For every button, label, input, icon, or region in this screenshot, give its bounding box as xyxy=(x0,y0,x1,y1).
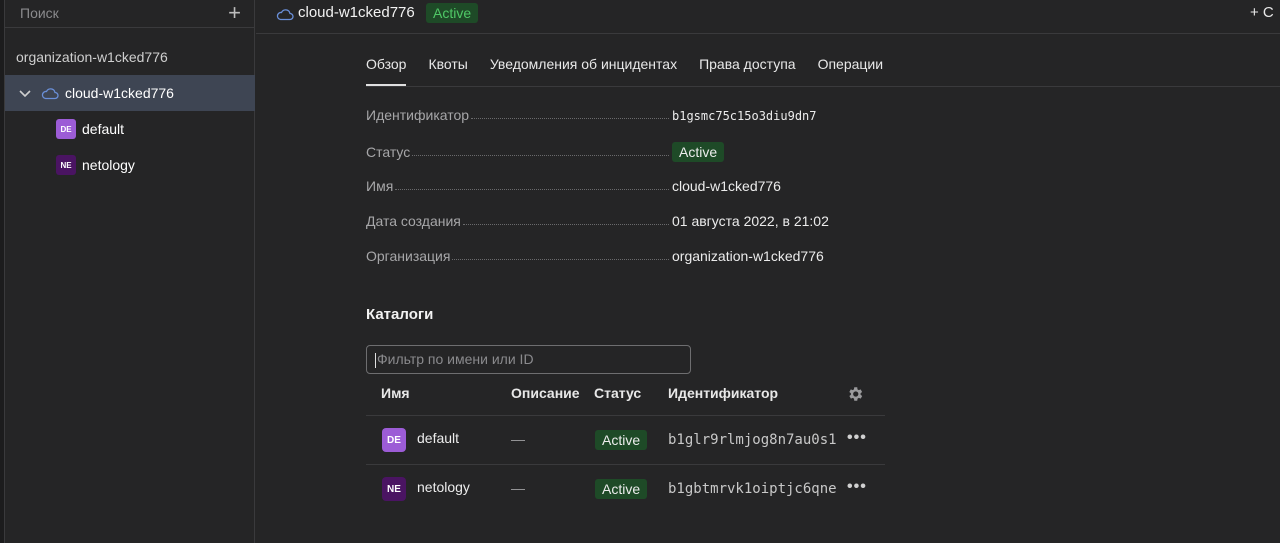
detail-key: Дата создания xyxy=(366,213,461,229)
dotted-leader xyxy=(395,189,669,190)
detail-key: Организация xyxy=(366,248,451,264)
tab-access-rights[interactable]: Права доступа xyxy=(699,50,795,86)
detail-row-id: Идентификатор xyxy=(366,107,676,127)
dotted-leader xyxy=(412,155,669,156)
column-header-name[interactable]: Имя xyxy=(381,385,410,401)
tab-quotas[interactable]: Квоты xyxy=(428,50,467,86)
sidebar-item-cloud[interactable]: cloud-w1cked776 xyxy=(5,75,255,111)
detail-key: Идентификатор xyxy=(366,107,470,123)
status-badge: Active xyxy=(426,3,479,23)
cell-id: b1gbtmrvk1oiptjc6qne xyxy=(668,481,837,497)
cell-status: Active xyxy=(595,479,648,499)
tab-incident-notifications[interactable]: Уведомления об инцидентах xyxy=(490,50,677,86)
create-button[interactable]: + С xyxy=(1250,4,1280,21)
sidebar-item-netology[interactable]: NE netology xyxy=(5,147,255,183)
folder-badge: DE xyxy=(56,119,76,139)
cloud-icon xyxy=(276,9,294,21)
tab-overview[interactable]: Обзор xyxy=(366,50,407,86)
detail-row-name: Имя xyxy=(366,178,676,198)
table-divider xyxy=(366,464,885,465)
cloud-icon xyxy=(41,88,59,100)
cell-name[interactable]: netology xyxy=(417,479,470,495)
dotted-leader xyxy=(462,224,669,225)
column-header-id[interactable]: Идентификатор xyxy=(668,385,778,401)
sidebar-search-input[interactable]: Поиск xyxy=(20,5,59,21)
dotted-leader xyxy=(452,259,669,260)
cell-description: — xyxy=(511,431,525,447)
sidebar-item-label: default xyxy=(82,121,125,137)
catalog-filter-input[interactable]: Фильтр по имени или ID xyxy=(366,345,691,374)
tab-bar: Обзор Квоты Уведомления об инцидентах Пр… xyxy=(366,50,905,86)
header: cloud-w1cked776 Active + С xyxy=(256,0,1280,34)
dotted-leader xyxy=(471,118,669,119)
sidebar-organization[interactable]: organization-w1cked776 xyxy=(5,39,255,75)
page-title: cloud-w1cked776 xyxy=(298,4,415,21)
column-header-status[interactable]: Статус xyxy=(594,385,641,401)
folder-badge: NE xyxy=(382,477,406,501)
catalogs-title: Каталоги xyxy=(366,306,434,323)
more-icon[interactable]: ••• xyxy=(847,478,867,496)
tab-divider xyxy=(366,86,1280,87)
sidebar-item-default[interactable]: DE default xyxy=(5,111,255,147)
cell-id: b1glr9rlmjog8n7au0s1 xyxy=(668,432,837,448)
detail-key: Статус xyxy=(366,144,411,160)
sidebar-item-label: cloud-w1cked776 xyxy=(65,85,174,101)
gear-icon[interactable] xyxy=(846,385,864,403)
chevron-down-icon[interactable] xyxy=(18,86,32,100)
detail-row-organization: Организация xyxy=(366,248,676,268)
more-icon[interactable]: ••• xyxy=(847,429,867,447)
cell-name[interactable]: default xyxy=(417,430,459,446)
text-caret xyxy=(375,352,376,368)
detail-key: Имя xyxy=(366,178,394,194)
folder-badge: DE xyxy=(382,428,406,452)
cell-description: — xyxy=(511,480,525,496)
add-icon[interactable]: + xyxy=(228,1,241,25)
sidebar: Поиск + organization-w1cked776 cloud-w1c… xyxy=(5,0,255,543)
sidebar-search-row: Поиск + xyxy=(5,0,255,28)
detail-row-status: Статус xyxy=(366,144,676,164)
detail-value-status: Active xyxy=(672,142,725,162)
column-header-description[interactable]: Описание xyxy=(511,385,580,401)
folder-badge: NE xyxy=(56,155,76,175)
tab-operations[interactable]: Операции xyxy=(818,50,884,86)
detail-value-created: 01 августа 2022, в 21:02 xyxy=(672,213,829,229)
detail-row-created: Дата создания xyxy=(366,213,676,233)
cell-status: Active xyxy=(595,430,648,450)
detail-value-name: cloud-w1cked776 xyxy=(672,178,781,194)
filter-placeholder: Фильтр по имени или ID xyxy=(377,351,534,367)
sidebar-item-label: netology xyxy=(82,157,135,173)
detail-value-id: b1gsmc75c15o3diu9dn7 xyxy=(672,109,817,123)
table-divider xyxy=(366,415,885,416)
detail-value-organization[interactable]: organization-w1cked776 xyxy=(672,248,824,264)
